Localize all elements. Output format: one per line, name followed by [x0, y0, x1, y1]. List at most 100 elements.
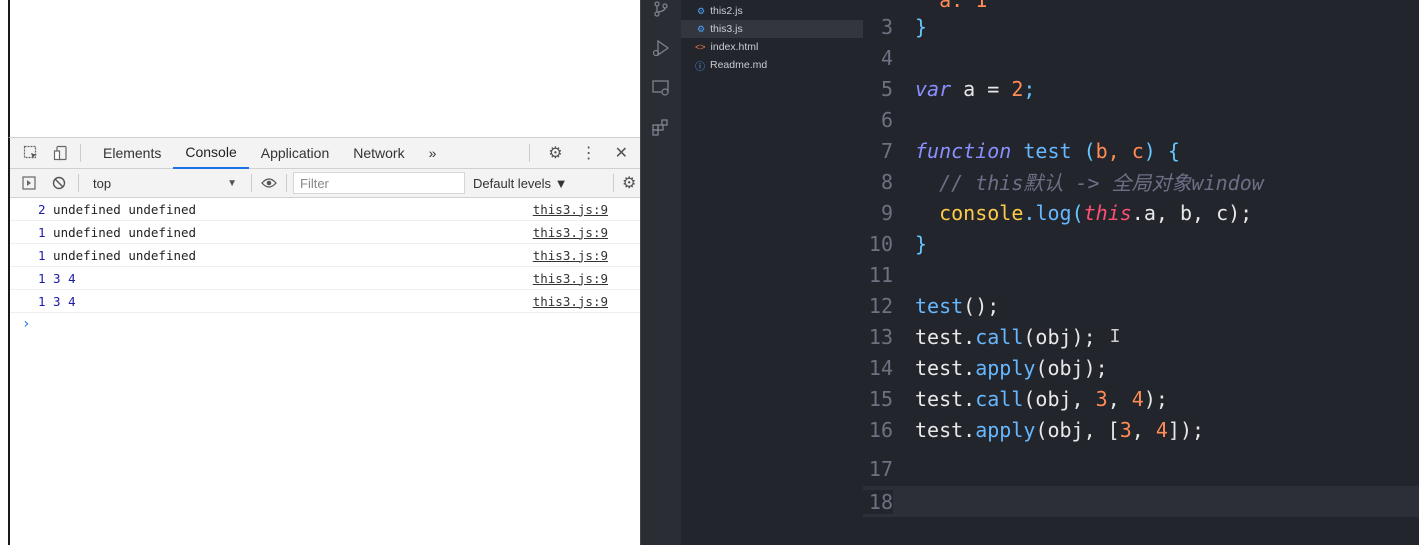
- console-row: 1 undefined undefined this3.js:9: [10, 244, 640, 267]
- line-number: 3: [880, 14, 893, 39]
- remote-explorer-icon[interactable]: [641, 68, 681, 108]
- line-number: 10: [868, 231, 893, 256]
- line-number: 17: [868, 456, 893, 481]
- source-link[interactable]: this3.js:9: [533, 248, 608, 263]
- divider: [78, 174, 79, 192]
- code-line: 10 }: [863, 228, 1419, 259]
- console-prompt[interactable]: ›: [10, 313, 640, 335]
- device-toolbar-icon[interactable]: [52, 144, 70, 162]
- code-text: test.apply(obj);: [915, 355, 1108, 380]
- source-link[interactable]: this3.js:9: [533, 271, 608, 286]
- devtools-actions: ⚙ ⋮ ✕: [529, 143, 640, 163]
- code-line: 6: [863, 104, 1419, 135]
- code-text: function test (b, c) {: [915, 138, 1180, 163]
- file-name: Readme.md: [710, 59, 768, 71]
- inspect-element-icon[interactable]: [22, 144, 40, 162]
- code-text: console.log(this.a, b, c);: [939, 200, 1253, 225]
- line-number: 16: [868, 417, 893, 442]
- code-line: 8 // this默认 -> 全局对象window: [863, 166, 1419, 197]
- console-row: 1 3 4 this3.js:9: [10, 290, 640, 313]
- line-number: 12: [868, 293, 893, 318]
- file-name: this3.js: [710, 23, 743, 35]
- activity-bar: [641, 0, 681, 545]
- file-item-this2[interactable]: ⚙ this2.js: [681, 2, 863, 20]
- tab-application[interactable]: Application: [249, 138, 342, 169]
- log-levels-label: Default levels ▼: [473, 175, 568, 191]
- source-control-icon[interactable]: [641, 0, 681, 22]
- divider: [80, 144, 81, 162]
- code-line: 17: [863, 453, 1419, 484]
- line-number: 11: [868, 262, 893, 287]
- sidebar-toggle-icon[interactable]: [20, 176, 38, 190]
- divider: [251, 174, 252, 192]
- code-text: }: [915, 231, 928, 256]
- file-name: this2.js: [710, 5, 743, 17]
- file-explorer: ⚙ this2.js ⚙ this3.js <> index.html ⓘ Re…: [681, 0, 863, 545]
- console-message: 1 3 4: [38, 270, 76, 286]
- divider: [286, 174, 287, 192]
- close-icon[interactable]: ✕: [615, 143, 628, 163]
- file-item-readme[interactable]: ⓘ Readme.md: [681, 56, 863, 74]
- tab-console[interactable]: Console: [173, 138, 249, 169]
- source-link[interactable]: this3.js:9: [533, 294, 608, 309]
- code-text: }: [915, 14, 928, 39]
- context-select[interactable]: top ▼: [85, 176, 245, 191]
- filter-placeholder: Filter: [300, 175, 329, 191]
- console-message: 1 3 4: [38, 293, 76, 309]
- code-comment: // this默认 -> 全局对象window: [915, 171, 1264, 195]
- js-gear-file-icon: ⚙: [697, 23, 706, 34]
- more-options-icon[interactable]: ⋮: [581, 143, 597, 163]
- screen: Elements Console Application Network » ⚙…: [0, 0, 1419, 545]
- code-line: 14 test.apply(obj);: [863, 352, 1419, 383]
- tab-elements[interactable]: Elements: [91, 138, 173, 169]
- line-number: 18: [863, 489, 893, 514]
- console-toolbar: top ▼ Filter Default levels ▼ ⚙: [10, 169, 640, 198]
- code-line: 11: [863, 259, 1419, 290]
- code-line: 5 var a = 2;: [863, 73, 1419, 104]
- code-text: test.call(obj, 3, 4);: [915, 386, 1168, 411]
- devtools-tab-bar: Elements Console Application Network » ⚙…: [10, 138, 640, 169]
- code-line: 12 test();: [863, 290, 1419, 321]
- prompt-chevron-icon: ›: [22, 316, 31, 332]
- line-number: 6: [880, 107, 893, 132]
- line-number: 5: [880, 76, 893, 101]
- console-output: 2 undefined undefined this3.js:9 1 undef…: [10, 198, 640, 335]
- line-number: 8: [880, 169, 893, 194]
- settings-gear-icon[interactable]: ⚙: [548, 143, 562, 163]
- console-settings-gear-icon[interactable]: ⚙: [622, 173, 636, 193]
- console-row: 1 3 4 this3.js:9: [10, 267, 640, 290]
- code-text: a: 1: [915, 0, 987, 12]
- line-number: 7: [880, 138, 893, 163]
- tab-network[interactable]: Network: [341, 138, 416, 169]
- code-text: test.call(obj);: [915, 324, 1096, 349]
- log-levels-dropdown[interactable]: Default levels ▼: [473, 176, 613, 191]
- file-item-index-html[interactable]: <> index.html: [681, 38, 863, 56]
- code-text: var a = 2;: [915, 76, 1036, 101]
- source-link[interactable]: this3.js:9: [533, 225, 608, 240]
- code-text: test.apply(obj, [3, 4]);: [915, 417, 1205, 442]
- code-line: 13 test.call(obj); I: [863, 321, 1419, 352]
- live-expression-eye-icon[interactable]: [258, 177, 280, 189]
- divider: [529, 144, 531, 162]
- line-number: 9: [880, 200, 893, 225]
- code-editor-window: ⚙ this2.js ⚙ this3.js <> index.html ⓘ Re…: [640, 0, 1419, 545]
- browser-window: Elements Console Application Network » ⚙…: [0, 0, 640, 545]
- context-value: top: [93, 175, 112, 191]
- source-link[interactable]: this3.js:9: [533, 202, 608, 217]
- console-message: 1 undefined undefined: [38, 247, 197, 263]
- file-item-this3[interactable]: ⚙ this3.js: [681, 20, 863, 38]
- code-line: 15 test.call(obj, 3, 4);: [863, 383, 1419, 414]
- run-debug-icon[interactable]: [641, 28, 681, 68]
- html-icon: <>: [695, 42, 706, 52]
- clear-console-icon[interactable]: [50, 176, 68, 190]
- code-line: 16 test.apply(obj, [3, 4]);: [863, 414, 1419, 445]
- code-line: 3 }: [863, 11, 1419, 42]
- text-cursor-icon: I: [1109, 326, 1121, 347]
- filter-input[interactable]: Filter: [293, 172, 465, 194]
- extensions-icon[interactable]: [641, 108, 681, 148]
- console-row: 2 undefined undefined this3.js:9: [10, 198, 640, 221]
- code-area[interactable]: a: 1 3 } 4 5 var a = 2; 6 7 function tes…: [863, 0, 1419, 545]
- info-icon: ⓘ: [695, 61, 705, 73]
- page-viewport: [8, 0, 640, 137]
- more-tabs-button[interactable]: »: [417, 138, 449, 169]
